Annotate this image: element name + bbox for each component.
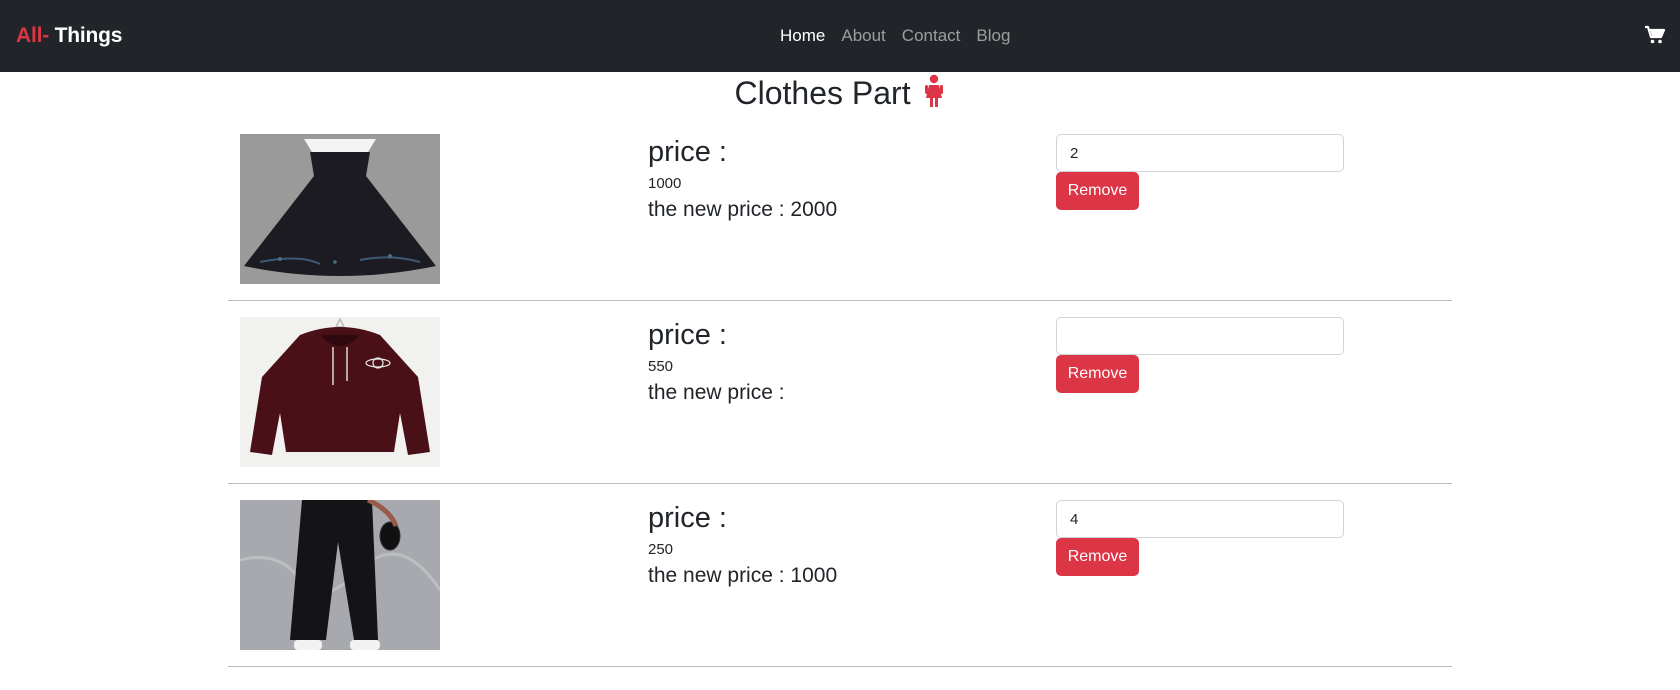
nav-links: Home About Contact Blog [780,26,1010,46]
nav-link-about[interactable]: About [841,26,885,46]
price-info: price : 1000 the new price : 2000 [648,136,837,222]
new-price: the new price : [648,381,785,405]
price-label: price : [648,502,727,534]
cart-icon[interactable] [1644,25,1666,45]
quantity-input[interactable] [1056,500,1344,538]
nav-link-blog[interactable]: Blog [976,26,1010,46]
brand-accent: All- [16,24,50,47]
price-value: 550 [648,358,674,376]
nav-link-home[interactable]: Home [780,26,825,46]
navbar: All- Things Home About Contact Blog [0,0,1680,72]
price-value: 250 [648,541,674,559]
item-controls: Remove [1056,134,1344,210]
price-value: 1000 [648,175,682,193]
item-controls: Remove [1056,500,1344,576]
brand-logo[interactable]: All- Things [16,24,122,48]
price-label: price : [648,319,727,351]
product-image-hoodie [240,317,440,467]
cart-item: price : 250 the new price : 1000 Remove [228,484,1452,667]
price-info: price : 250 the new price : 1000 [648,502,837,588]
page-title-text: Clothes Part [734,75,911,111]
product-image-pants [240,500,440,650]
remove-button[interactable]: Remove [1056,355,1139,393]
item-controls: Remove [1056,317,1344,393]
cart-item-list: price : 1000 the new price : 2000 Remove… [228,118,1452,667]
new-price: the new price : 1000 [648,564,838,588]
cart-item: price : 1000 the new price : 2000 Remove [228,118,1452,301]
cart-item: price : 550 the new price : Remove [228,301,1452,484]
quantity-input[interactable] [1056,317,1344,355]
page-title: Clothes Part [0,74,1680,112]
remove-button[interactable]: Remove [1056,172,1139,210]
price-info: price : 550 the new price : [648,319,785,405]
remove-button[interactable]: Remove [1056,538,1139,576]
brand-name: Things [49,24,123,47]
new-price: the new price : 2000 [648,198,838,222]
nav-link-contact[interactable]: Contact [902,26,961,46]
girl-icon [923,74,945,108]
price-label: price : [648,136,727,168]
product-image-dress [240,134,440,284]
quantity-input[interactable] [1056,134,1344,172]
